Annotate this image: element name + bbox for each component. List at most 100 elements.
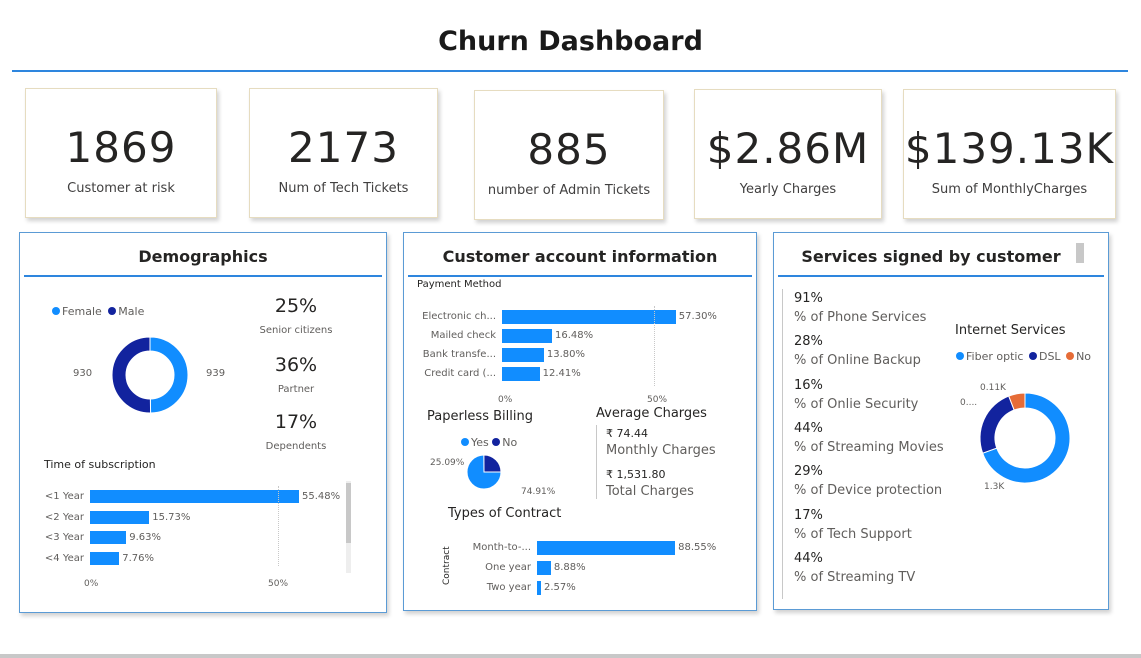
payment-bar-chart[interactable]: Electronic ch... 57.30% Mailed check 16.48%… xyxy=(404,303,758,388)
bar-mailed-check[interactable] xyxy=(502,329,552,343)
avg-charges-title: Average Charges xyxy=(596,406,707,421)
kpi-card-monthly-charges[interactable]: $139.13K Sum of MonthlyCharges xyxy=(903,89,1116,219)
bar-one-year[interactable] xyxy=(537,561,551,575)
page-title: Churn Dashboard xyxy=(438,26,703,57)
legend-dot-fiber xyxy=(956,352,964,360)
kpi-label: number of Admin Tickets xyxy=(487,183,651,198)
slice-no[interactable] xyxy=(483,454,502,473)
payment-title: Payment Method xyxy=(417,279,502,290)
kpi-card-customer-at-risk[interactable]: 1869 Customer at risk xyxy=(25,88,217,218)
internet-no-label: 0.11K xyxy=(980,383,1006,393)
category-label: One year xyxy=(485,562,531,573)
gender-donut-chart[interactable] xyxy=(98,325,208,425)
subscription-bar-chart[interactable]: <1 Year 55.48% <2 Year 15.73% <3 Year 9.63% <4… xyxy=(20,483,350,573)
service-label: % of Device protection xyxy=(794,483,943,499)
service-label: % of Phone Services xyxy=(794,310,927,325)
service-pct: 44% xyxy=(794,550,823,566)
bar-two-year[interactable] xyxy=(537,581,541,595)
legend-label: No xyxy=(502,436,518,449)
bar-electronic-ch-[interactable] xyxy=(502,310,676,324)
gridline xyxy=(653,306,655,386)
slice-female[interactable] xyxy=(149,336,189,414)
data-label: 9.63% xyxy=(129,532,162,543)
kpi-card-admin-tickets[interactable]: 885 number of Admin Tickets xyxy=(474,90,664,220)
service-label: % of Streaming Movies xyxy=(794,439,944,455)
panel-divider xyxy=(778,275,1104,277)
legend-dot-yes xyxy=(461,438,469,446)
category-label: Bank transfe... xyxy=(422,349,496,360)
kpi-value: $139.13K xyxy=(904,124,1115,173)
service-pct: 91% xyxy=(794,291,823,306)
bar--1-year[interactable] xyxy=(90,490,299,503)
slice-male[interactable] xyxy=(111,336,152,414)
kpi-label: Yearly Charges xyxy=(739,182,837,197)
slice-dsl[interactable] xyxy=(979,395,1015,454)
senior-citizens-label: Senior citizens xyxy=(259,325,333,336)
data-label: 8.88% xyxy=(553,562,586,573)
category-label: Month-to-... xyxy=(472,542,531,553)
scrollbar-thumb[interactable] xyxy=(1076,243,1084,263)
panel-divider xyxy=(24,275,382,277)
legend-dot-dsl xyxy=(1028,352,1037,360)
legend-label: No xyxy=(1076,350,1092,363)
service-label: % of Tech Support xyxy=(794,526,912,542)
paperless-pie-chart[interactable] xyxy=(466,454,516,504)
internet-title: Internet Services xyxy=(955,323,1066,338)
kpi-value: 1869 xyxy=(65,123,177,172)
legend-label: DSL xyxy=(1038,350,1061,363)
total-charges-value: ₹ 1,531.80 xyxy=(606,468,666,481)
paperless-title: Paperless Billing xyxy=(427,409,533,424)
services-divider xyxy=(782,289,783,599)
internet-dsl-label: 0.... xyxy=(960,398,978,408)
bar--3-year[interactable] xyxy=(90,531,127,544)
dependents-value: 17% xyxy=(274,411,318,433)
monthly-charges-value: ₹ 74.44 xyxy=(606,427,648,440)
axis-tick: 0% xyxy=(498,395,513,405)
service-label: % of Online Backup xyxy=(794,353,921,369)
category-label: Two year xyxy=(486,582,531,593)
bar--4-year[interactable] xyxy=(90,551,120,565)
category-label: <1 Year xyxy=(44,491,84,502)
kpi-label: Customer at risk xyxy=(67,181,175,196)
legend-dot-male xyxy=(108,307,117,315)
panel-title: Demographics xyxy=(138,247,268,266)
kpi-card-yearly-charges[interactable]: $2.86M Yearly Charges xyxy=(694,89,882,219)
category-label: <2 Year xyxy=(44,511,84,523)
service-pct: 16% xyxy=(794,377,823,393)
legend-label: Female xyxy=(62,305,102,318)
bar-credit-card-[interactable] xyxy=(502,367,540,381)
bar-bank-transfe-[interactable] xyxy=(502,348,544,362)
paperless-yes-label: 74.91% xyxy=(521,487,556,497)
title-divider xyxy=(12,70,1128,72)
dependents-label: Dependents xyxy=(265,441,327,452)
demographics-panel: Demographics Female Male 930 939 25% Sen… xyxy=(19,232,387,613)
category-label: <4 Year xyxy=(44,552,84,564)
axis-tick: 50% xyxy=(268,579,289,589)
category-label: Electronic ch... xyxy=(422,311,496,322)
senior-citizens-value: 25% xyxy=(274,295,318,317)
bar-month-to-[interactable] xyxy=(537,541,676,555)
kpi-label: Num of Tech Tickets xyxy=(278,181,409,196)
contract-bar-chart[interactable]: Month-to-... 88.55% One year 8.88% Two year 2… xyxy=(404,539,758,601)
service-label: % of Streaming TV xyxy=(794,569,916,585)
kpi-card-tech-tickets[interactable]: 2173 Num of Tech Tickets xyxy=(249,88,438,218)
bar--2-year[interactable] xyxy=(90,510,150,524)
panel-divider xyxy=(408,275,752,277)
data-label: 88.55% xyxy=(678,542,717,553)
data-label: 13.80% xyxy=(546,349,585,360)
kpi-value: $2.86M xyxy=(706,124,870,173)
service-pct: 44% xyxy=(794,420,823,436)
data-label: 16.48% xyxy=(554,330,594,341)
paperless-legend: Yes No xyxy=(461,436,517,449)
data-label: 55.48% xyxy=(301,491,341,502)
avg-divider xyxy=(596,425,597,499)
kpi-label: Sum of MonthlyCharges xyxy=(931,182,1088,197)
account-panel: Customer account information Payment Met… xyxy=(403,232,757,611)
legend-dot-no xyxy=(1066,352,1075,360)
scrollbar-thumb[interactable] xyxy=(346,483,351,543)
internet-donut-chart[interactable] xyxy=(970,383,1080,493)
female-count-label: 930 xyxy=(73,368,93,379)
data-label: 7.76% xyxy=(122,552,154,564)
male-count-label: 939 xyxy=(206,368,226,379)
category-label: Mailed check xyxy=(430,330,496,341)
